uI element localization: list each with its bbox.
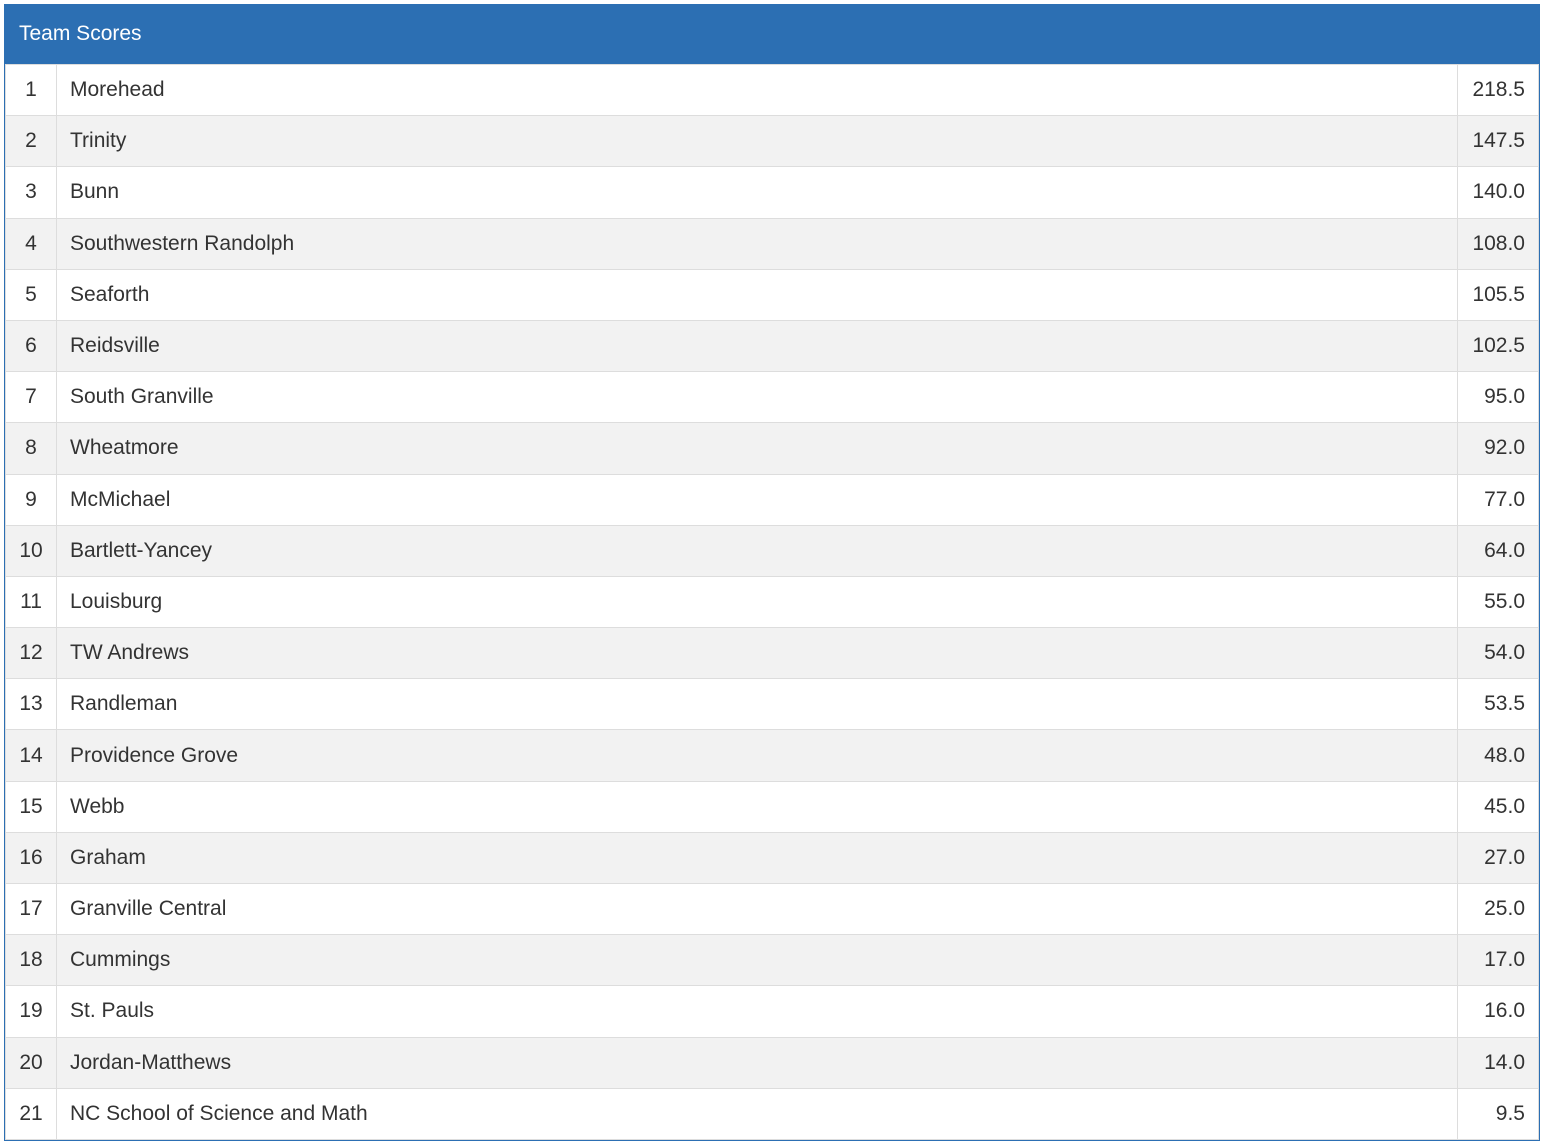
- team-name-cell: Reidsville: [56, 319, 1458, 373]
- team-name-cell: St. Pauls: [56, 985, 1458, 1038]
- team-name-cell: TW Andrews: [56, 627, 1458, 680]
- team-name-cell: Randleman: [56, 678, 1458, 731]
- team-name-cell: McMichael: [56, 473, 1458, 526]
- score-cell: 55.0: [1457, 575, 1539, 629]
- team-name-cell: Southwestern Randolph: [56, 217, 1458, 270]
- place-cell: 19: [5, 985, 57, 1038]
- team-name-cell: Webb: [56, 780, 1458, 833]
- place-cell: 18: [5, 934, 57, 987]
- team-name-cell: Cummings: [56, 934, 1458, 987]
- team-name-cell: Bartlett-Yancey: [56, 524, 1458, 577]
- table-row: 21 NC School of Science and Math 9.5: [5, 1087, 1539, 1140]
- score-cell: 14.0: [1457, 1036, 1539, 1089]
- panel-header: Team Scores: [4, 4, 1540, 64]
- table-row: 19 St. Pauls 16.0: [5, 985, 1539, 1038]
- team-name-cell: Wheatmore: [56, 422, 1458, 475]
- place-cell: 2: [5, 115, 57, 168]
- score-cell: 9.5: [1457, 1087, 1539, 1140]
- table-row: 6 Reidsville 102.5: [5, 319, 1539, 373]
- score-cell: 64.0: [1457, 524, 1539, 577]
- table-row: 7 South Granville 95.0: [5, 371, 1539, 424]
- place-cell: 11: [5, 575, 57, 629]
- table-row: 8 Wheatmore 92.0: [5, 422, 1539, 475]
- team-name-cell: Providence Grove: [56, 729, 1458, 782]
- place-cell: 1: [5, 63, 57, 117]
- table-row: 5 Seaforth 105.5: [5, 268, 1539, 321]
- score-cell: 147.5: [1457, 115, 1539, 168]
- team-scores-panel: Team Scores 1 Morehead 218.5 2 Trinity 147.5 3…: [4, 4, 1540, 1141]
- score-cell: 16.0: [1457, 985, 1539, 1038]
- table-row: 18 Cummings 17.0: [5, 934, 1539, 987]
- table-row: 20 Jordan-Matthews 14.0: [5, 1036, 1539, 1089]
- place-cell: 9: [5, 473, 57, 526]
- table-row: 9 McMichael 77.0: [5, 473, 1539, 526]
- table-row: 14 Providence Grove 48.0: [5, 729, 1539, 782]
- place-cell: 17: [5, 882, 57, 936]
- team-name-cell: Louisburg: [56, 575, 1458, 629]
- score-cell: 77.0: [1457, 473, 1539, 526]
- score-cell: 48.0: [1457, 729, 1539, 782]
- place-cell: 10: [5, 524, 57, 577]
- score-cell: 95.0: [1457, 371, 1539, 424]
- place-cell: 3: [5, 166, 57, 219]
- team-scores-body: 1 Morehead 218.5 2 Trinity 147.5 3 Bunn 140.0 4 So…: [5, 63, 1539, 1140]
- place-cell: 13: [5, 678, 57, 731]
- place-cell: 16: [5, 831, 57, 885]
- score-cell: 92.0: [1457, 422, 1539, 475]
- score-cell: 53.5: [1457, 678, 1539, 731]
- place-cell: 7: [5, 371, 57, 424]
- score-cell: 102.5: [1457, 319, 1539, 373]
- team-name-cell: Seaforth: [56, 268, 1458, 321]
- score-cell: 108.0: [1457, 217, 1539, 270]
- score-cell: 54.0: [1457, 627, 1539, 680]
- place-cell: 14: [5, 729, 57, 782]
- place-cell: 12: [5, 627, 57, 680]
- score-cell: 25.0: [1457, 882, 1539, 936]
- score-cell: 105.5: [1457, 268, 1539, 321]
- place-cell: 15: [5, 780, 57, 833]
- table-row: 1 Morehead 218.5: [5, 63, 1539, 117]
- table-row: 2 Trinity 147.5: [5, 115, 1539, 168]
- team-name-cell: Granville Central: [56, 882, 1458, 936]
- place-cell: 8: [5, 422, 57, 475]
- table-row: 4 Southwestern Randolph 108.0: [5, 217, 1539, 270]
- score-cell: 27.0: [1457, 831, 1539, 885]
- score-cell: 140.0: [1457, 166, 1539, 219]
- team-name-cell: NC School of Science and Math: [56, 1087, 1458, 1140]
- table-row: 10 Bartlett-Yancey 64.0: [5, 524, 1539, 577]
- place-cell: 21: [5, 1087, 57, 1140]
- team-name-cell: Morehead: [56, 63, 1458, 117]
- table-row: 17 Granville Central 25.0: [5, 882, 1539, 936]
- place-cell: 20: [5, 1036, 57, 1089]
- panel-title: Team Scores: [19, 22, 142, 45]
- score-cell: 218.5: [1457, 63, 1539, 117]
- table-row: 11 Louisburg 55.0: [5, 575, 1539, 629]
- table-row: 15 Webb 45.0: [5, 780, 1539, 833]
- place-cell: 6: [5, 319, 57, 373]
- team-name-cell: Jordan-Matthews: [56, 1036, 1458, 1089]
- table-row: 3 Bunn 140.0: [5, 166, 1539, 219]
- team-name-cell: South Granville: [56, 371, 1458, 424]
- team-name-cell: Graham: [56, 831, 1458, 885]
- team-name-cell: Trinity: [56, 115, 1458, 168]
- score-cell: 45.0: [1457, 780, 1539, 833]
- table-row: 13 Randleman 53.5: [5, 678, 1539, 731]
- place-cell: 5: [5, 268, 57, 321]
- table-row: 12 TW Andrews 54.0: [5, 627, 1539, 680]
- place-cell: 4: [5, 217, 57, 270]
- table-row: 16 Graham 27.0: [5, 831, 1539, 885]
- score-cell: 17.0: [1457, 934, 1539, 987]
- team-name-cell: Bunn: [56, 166, 1458, 219]
- team-scores-table: 1 Morehead 218.5 2 Trinity 147.5 3 Bunn 140.0 4 So…: [5, 63, 1539, 1140]
